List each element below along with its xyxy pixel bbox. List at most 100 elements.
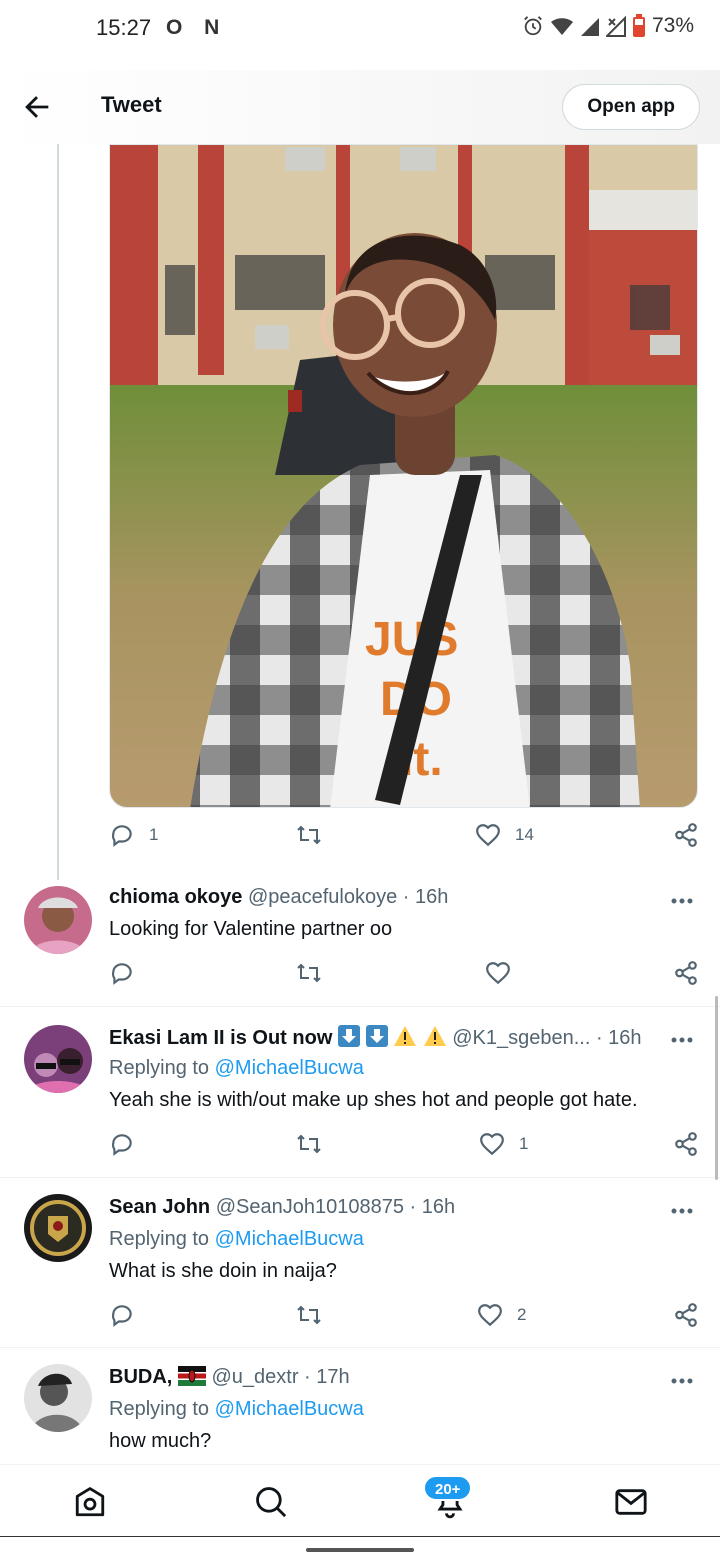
nav-home-button[interactable] [73, 1485, 107, 1519]
status-time: 15:27 [96, 15, 152, 40]
retweet-icon [297, 825, 321, 845]
like-count: 1 [519, 1134, 529, 1153]
tweet-actions: 1 [109, 1131, 709, 1167]
more-dots-icon[interactable] [670, 897, 694, 905]
reply-button[interactable] [109, 960, 135, 986]
nav-messages-button[interactable] [614, 1485, 648, 1519]
replying-to-prefix: Replying to [109, 1057, 215, 1079]
down-arrow-emoji-icon [365, 1025, 388, 1047]
status-right-group: 73% [522, 14, 694, 38]
replying-to-link[interactable]: @MichaelBucwa [215, 1057, 364, 1079]
retweet-button[interactable] [295, 1302, 323, 1328]
alarm-icon [524, 16, 542, 36]
back-button[interactable] [20, 90, 54, 124]
battery-percent: 73% [651, 14, 694, 37]
down-arrow-emoji-icon [337, 1025, 360, 1047]
tweet-time: · 16h [595, 1027, 642, 1049]
tweet-actions [109, 960, 709, 996]
tweet-text: how much? [109, 1430, 212, 1452]
handle-and-time: @SeanJoh10108875 · 16h [215, 1196, 456, 1218]
nav-search-button[interactable] [254, 1485, 288, 1519]
tweet-header-line: Ekasi Lam II is Out now @K1_sgeben... · … [109, 1025, 642, 1050]
speech-bubble-icon [111, 825, 132, 847]
speech-bubble-icon [111, 1134, 132, 1156]
replying-to-prefix: Replying to [109, 1398, 215, 1420]
display-name[interactable]: BUDA, [109, 1366, 172, 1388]
retweet-button[interactable] [295, 960, 323, 986]
status-bar: 15:27 O N 73% [0, 0, 720, 60]
heart-icon [478, 1304, 502, 1327]
speech-bubble-icon [111, 963, 132, 985]
share-button[interactable] [673, 1302, 699, 1328]
signal-icon [580, 18, 599, 36]
replying-to-link[interactable]: @MichaelBucwa [215, 1398, 364, 1420]
tweet-text: What is she doin in naija? [109, 1260, 337, 1282]
status-app-icons: O N [166, 16, 228, 39]
heart-icon [480, 1133, 504, 1156]
reply-button[interactable]: 1 [109, 822, 158, 848]
like-count: 14 [515, 825, 534, 844]
like-button[interactable]: 2 [477, 1302, 526, 1328]
scrollbar[interactable] [715, 996, 718, 1180]
tweet-header-line: Sean John @SeanJoh10108875 · 16h [109, 1196, 455, 1219]
heart-icon [476, 824, 500, 847]
thread-connector-line [57, 144, 59, 880]
open-app-button[interactable]: Open app [562, 84, 700, 130]
top-header: Tweet Open app [0, 70, 720, 144]
replying-to-link[interactable]: @MichaelBucwa [215, 1228, 364, 1250]
handle-and-time: @u_dextr · 17h [211, 1366, 350, 1388]
wifi-icon [550, 18, 573, 35]
avatar[interactable] [24, 1194, 92, 1262]
handle: @K1_sgeben... [452, 1027, 591, 1049]
share-button[interactable] [673, 960, 699, 986]
share-icon [675, 1132, 697, 1156]
reply-tweet-2[interactable]: Ekasi Lam II is Out now @K1_sgeben... · … [0, 1007, 720, 1177]
retweet-button[interactable] [295, 822, 337, 848]
bottom-navigation: 20+ [0, 1464, 720, 1536]
more-dots-icon[interactable] [670, 1207, 694, 1215]
reply-tweet-4[interactable]: BUDA, @u_dextr · 17h Replying to @Michae… [0, 1348, 720, 1464]
more-dots-icon[interactable] [670, 1377, 694, 1385]
avatar[interactable] [24, 1364, 92, 1432]
reply-button[interactable] [109, 1131, 135, 1157]
notification-badge: 20+ [423, 1475, 473, 1501]
replying-to-prefix: Replying to [109, 1228, 215, 1250]
replying-to-line: Replying to @MichaelBucwa [109, 1228, 364, 1251]
reply-button[interactable] [109, 1302, 135, 1328]
retweet-icon [297, 1134, 321, 1154]
retweet-icon [297, 963, 321, 983]
handle-and-time: @peacefulokoye · 16h [247, 886, 449, 908]
more-dots-icon[interactable] [670, 1036, 694, 1044]
like-button[interactable] [485, 960, 511, 986]
like-button[interactable]: 1 [479, 1131, 528, 1157]
display-name[interactable]: Sean John [109, 1196, 210, 1218]
home-icon [75, 1487, 105, 1517]
replying-to-line: Replying to @MichaelBucwa [109, 1398, 364, 1421]
warning-emoji-icon [394, 1026, 417, 1046]
home-gesture-bar[interactable] [306, 1548, 414, 1552]
tweet-header-line: BUDA, @u_dextr · 17h [109, 1366, 350, 1389]
reply-count: 1 [149, 825, 159, 844]
reply-tweet-1[interactable]: chioma okoye @peacefulokoye · 16h Lookin… [0, 872, 720, 1006]
retweet-button[interactable] [295, 1131, 323, 1157]
replying-to-line: Replying to @MichaelBucwa [109, 1057, 364, 1080]
arrow-left-icon [25, 96, 49, 118]
tweet-header-line: chioma okoye @peacefulokoye · 16h [109, 886, 448, 909]
search-icon [256, 1487, 287, 1518]
retweet-icon [297, 1305, 321, 1325]
share-icon [675, 1303, 697, 1327]
kenya-flag-icon [177, 1366, 206, 1386]
avatar[interactable] [24, 1025, 92, 1093]
tweet-text: Yeah she is with/out make up shes hot an… [109, 1089, 638, 1111]
tweet-photo[interactable]: JUS DO It. [109, 144, 698, 808]
share-button[interactable] [673, 822, 699, 848]
heart-icon [486, 962, 510, 985]
like-button[interactable]: 14 [475, 822, 534, 848]
share-button[interactable] [673, 1131, 699, 1157]
avatar[interactable] [24, 886, 92, 954]
share-icon [675, 823, 697, 847]
display-name[interactable]: chioma okoye [109, 886, 242, 908]
display-name[interactable]: Ekasi Lam II is Out now [109, 1027, 332, 1049]
tweet-actions: 2 [109, 1302, 709, 1338]
reply-tweet-3[interactable]: Sean John @SeanJoh10108875 · 16h Replyin… [0, 1178, 720, 1348]
